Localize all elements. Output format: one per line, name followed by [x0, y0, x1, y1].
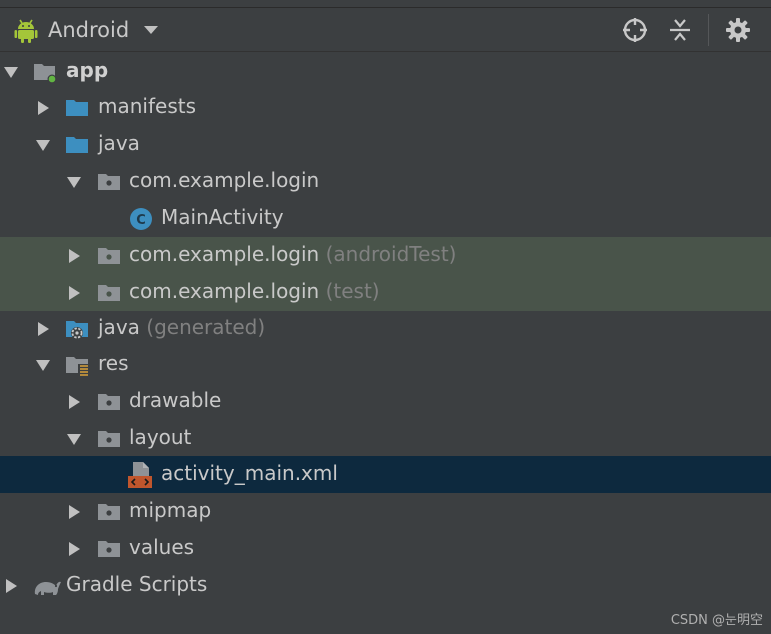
window-top-edge — [0, 0, 771, 8]
tree-item-label: MainActivity — [161, 205, 284, 229]
chevron-down-icon[interactable] — [67, 432, 81, 446]
tree-item-mipmap[interactable]: mipmap — [0, 493, 771, 530]
chevron-right-icon[interactable] — [67, 395, 81, 409]
package-icon — [98, 174, 120, 190]
locate-button[interactable] — [619, 14, 651, 46]
gradle-icon — [34, 581, 61, 595]
project-view-selector[interactable]: Android — [14, 15, 159, 45]
tree-item-label: manifests — [98, 94, 196, 118]
chevron-right-icon[interactable] — [4, 579, 18, 593]
settings-button[interactable] — [722, 14, 754, 46]
tree-item-label: mipmap — [129, 498, 212, 522]
chevron-right-icon[interactable] — [36, 101, 50, 115]
tree-item-package-test[interactable]: com.example.login (test) — [0, 274, 771, 311]
tree-item-label: drawable — [129, 388, 222, 412]
package-icon — [98, 285, 120, 301]
svg-text:C: C — [136, 213, 146, 228]
locate-icon — [623, 18, 647, 42]
toolbar-separator — [708, 14, 709, 46]
gear-icon — [726, 18, 750, 42]
class-icon: C — [130, 208, 152, 230]
chevron-down-icon[interactable] — [67, 175, 81, 189]
chevron-right-icon[interactable] — [67, 286, 81, 300]
tree-item-label: Gradle Scripts — [66, 572, 208, 596]
chevron-right-icon[interactable] — [36, 322, 50, 336]
tree-item-package-androidtest[interactable]: com.example.login (androidTest) — [0, 237, 771, 274]
tree-item-res[interactable]: res — [0, 346, 771, 383]
package-icon — [98, 541, 120, 557]
tree-item-java-generated[interactable]: java (generated) — [0, 310, 771, 347]
package-icon — [98, 504, 120, 520]
chevron-right-icon[interactable] — [67, 505, 81, 519]
package-icon — [98, 431, 120, 447]
chevron-right-icon[interactable] — [67, 249, 81, 263]
tree-item-label: app — [66, 58, 109, 82]
tree-item-label: values — [129, 535, 195, 559]
chevron-down-icon[interactable] — [4, 65, 18, 79]
tree-item-app[interactable]: app — [0, 53, 771, 90]
layout-xml-icon — [128, 462, 152, 488]
watermark: CSDN @눈明空 — [670, 613, 763, 628]
tree-item-label: layout — [129, 425, 192, 449]
package-icon — [98, 248, 120, 264]
folder-icon — [66, 137, 88, 153]
tree-item-label: java — [98, 131, 140, 155]
module-folder-icon — [34, 64, 57, 84]
tree-item-package-main[interactable]: com.example.login — [0, 163, 771, 200]
collapse-all-button[interactable] — [664, 14, 696, 46]
folder-icon — [66, 100, 88, 116]
tree-item-activity-main-xml[interactable]: activity_main.xml — [0, 456, 771, 493]
tree-item-label: com.example.login (test) — [129, 279, 380, 303]
tree-item-java[interactable]: java — [0, 126, 771, 163]
tree-item-label: com.example.login (androidTest) — [129, 242, 457, 266]
generated-folder-icon — [66, 321, 88, 339]
package-icon — [98, 394, 120, 410]
android-icon — [14, 19, 38, 43]
chevron-down-icon — [144, 26, 159, 34]
resources-folder-icon — [66, 357, 89, 377]
tree-item-drawable[interactable]: drawable — [0, 383, 771, 420]
collapse-all-icon — [670, 19, 690, 41]
tree-item-gradle-scripts[interactable]: Gradle Scripts — [0, 567, 771, 604]
tree-item-label: res — [98, 351, 129, 375]
tree-item-label: activity_main.xml — [161, 461, 338, 485]
tree-item-layout[interactable]: layout — [0, 420, 771, 457]
project-toolbar: Android — [0, 8, 771, 52]
chevron-right-icon[interactable] — [67, 542, 81, 556]
chevron-down-icon[interactable] — [36, 138, 50, 152]
tree-item-manifests[interactable]: manifests — [0, 89, 771, 126]
tree-item-label: com.example.login — [129, 168, 320, 192]
chevron-down-icon[interactable] — [36, 358, 50, 372]
project-view-label: Android — [48, 18, 130, 42]
tree-item-label: java (generated) — [98, 315, 266, 339]
tree-item-values[interactable]: values — [0, 530, 771, 567]
tree-item-mainactivity[interactable]: C MainActivity — [0, 200, 771, 237]
